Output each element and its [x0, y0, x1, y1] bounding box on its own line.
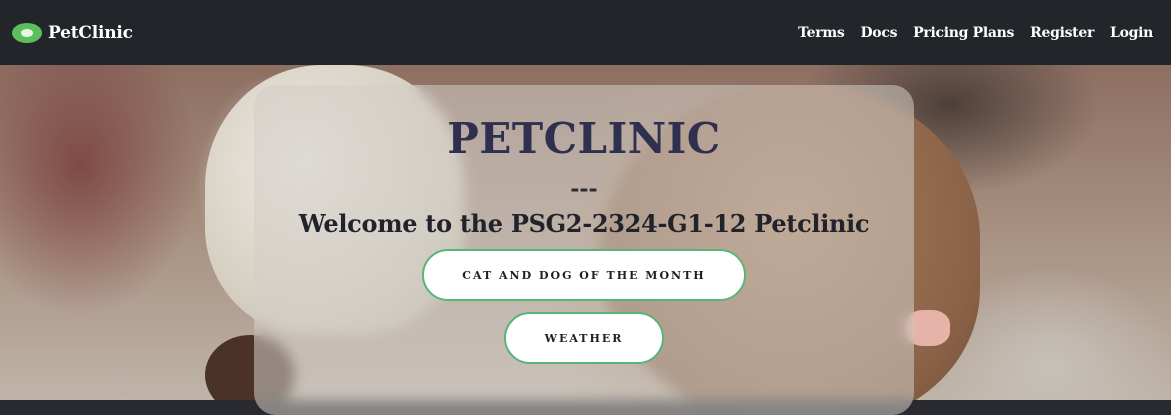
nav-link-register[interactable]: Register: [1030, 25, 1094, 41]
nav-links: Terms Docs Pricing Plans Register Login: [798, 25, 1159, 41]
nav-link-pricing-plans[interactable]: Pricing Plans: [913, 25, 1014, 41]
top-navbar: PetClinic Terms Docs Pricing Plans Regis…: [0, 0, 1171, 65]
nav-link-terms[interactable]: Terms: [798, 25, 845, 41]
weather-button[interactable]: WEATHER: [504, 312, 664, 364]
title-separator: ---: [570, 176, 598, 202]
paw-logo-icon: [12, 22, 42, 43]
nav-link-login[interactable]: Login: [1110, 25, 1153, 41]
welcome-card: PETCLINIC --- Welcome to the PSG2-2324-G…: [254, 85, 914, 415]
page-title: PETCLINIC: [447, 114, 721, 163]
brand-link[interactable]: PetClinic: [12, 22, 133, 43]
welcome-message: Welcome to the PSG2-2324-G1-12 Petclinic: [298, 209, 870, 238]
brand-name: PetClinic: [48, 22, 133, 43]
cat-and-dog-of-the-month-button[interactable]: CAT AND DOG OF THE MONTH: [422, 249, 746, 301]
nav-link-docs[interactable]: Docs: [860, 25, 897, 41]
